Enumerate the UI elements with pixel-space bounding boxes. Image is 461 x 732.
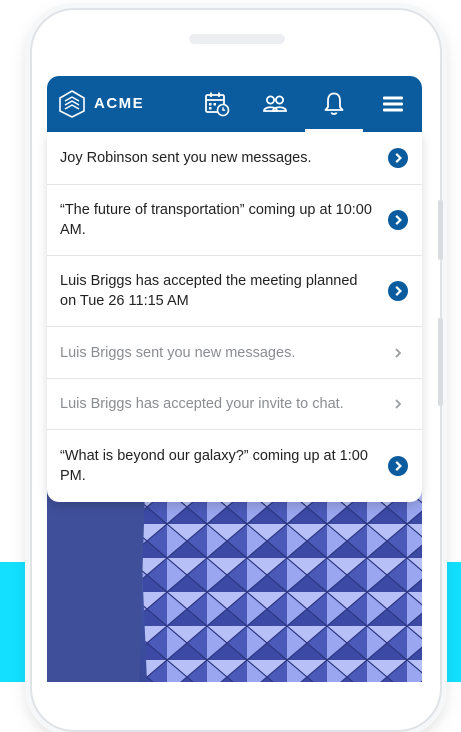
phone-side-button [438, 318, 443, 406]
phone-speaker [189, 34, 285, 44]
notification-text: Luis Briggs sent you new messages. [60, 344, 296, 361]
notification-list: Joy Robinson sent you new messages. “The… [47, 132, 422, 502]
bell-icon[interactable] [320, 90, 348, 118]
background-photo [47, 490, 422, 682]
chevron-right-icon[interactable] [388, 343, 408, 363]
notification-item-read[interactable]: Luis Briggs sent you new messages. [47, 327, 422, 379]
menu-icon[interactable] [379, 90, 407, 118]
notification-item[interactable]: “What is beyond our galaxy?” coming up a… [47, 430, 422, 502]
notification-item[interactable]: “The future of transportation” coming up… [47, 185, 422, 256]
notification-item-read[interactable]: Luis Briggs has accepted your invite to … [47, 379, 422, 430]
app-header: ACME [47, 76, 422, 132]
notification-item[interactable]: Joy Robinson sent you new messages. [47, 132, 422, 185]
chevron-right-circle-icon[interactable] [388, 148, 408, 168]
chevron-right-icon[interactable] [388, 394, 408, 414]
chevron-right-circle-icon[interactable] [388, 281, 408, 301]
acme-logo-icon [59, 90, 85, 118]
brand-name: ACME [94, 95, 145, 112]
chevron-right-circle-icon[interactable] [388, 210, 408, 230]
notification-item[interactable]: Luis Briggs has accepted the meeting pla… [47, 256, 422, 327]
calendar-icon[interactable] [203, 90, 231, 118]
chevron-right-circle-icon[interactable] [388, 456, 408, 476]
notification-text: “The future of transportation” coming up… [60, 202, 372, 238]
phone-side-button [438, 200, 443, 260]
building-facade-image [47, 490, 422, 682]
notification-text: “What is beyond our galaxy?” coming up a… [60, 448, 368, 484]
people-icon[interactable] [261, 90, 289, 118]
notification-text: Joy Robinson sent you new messages. [60, 150, 312, 166]
notification-text: Luis Briggs has accepted the meeting pla… [60, 273, 358, 309]
notification-text: Luis Briggs has accepted your invite to … [60, 396, 344, 412]
